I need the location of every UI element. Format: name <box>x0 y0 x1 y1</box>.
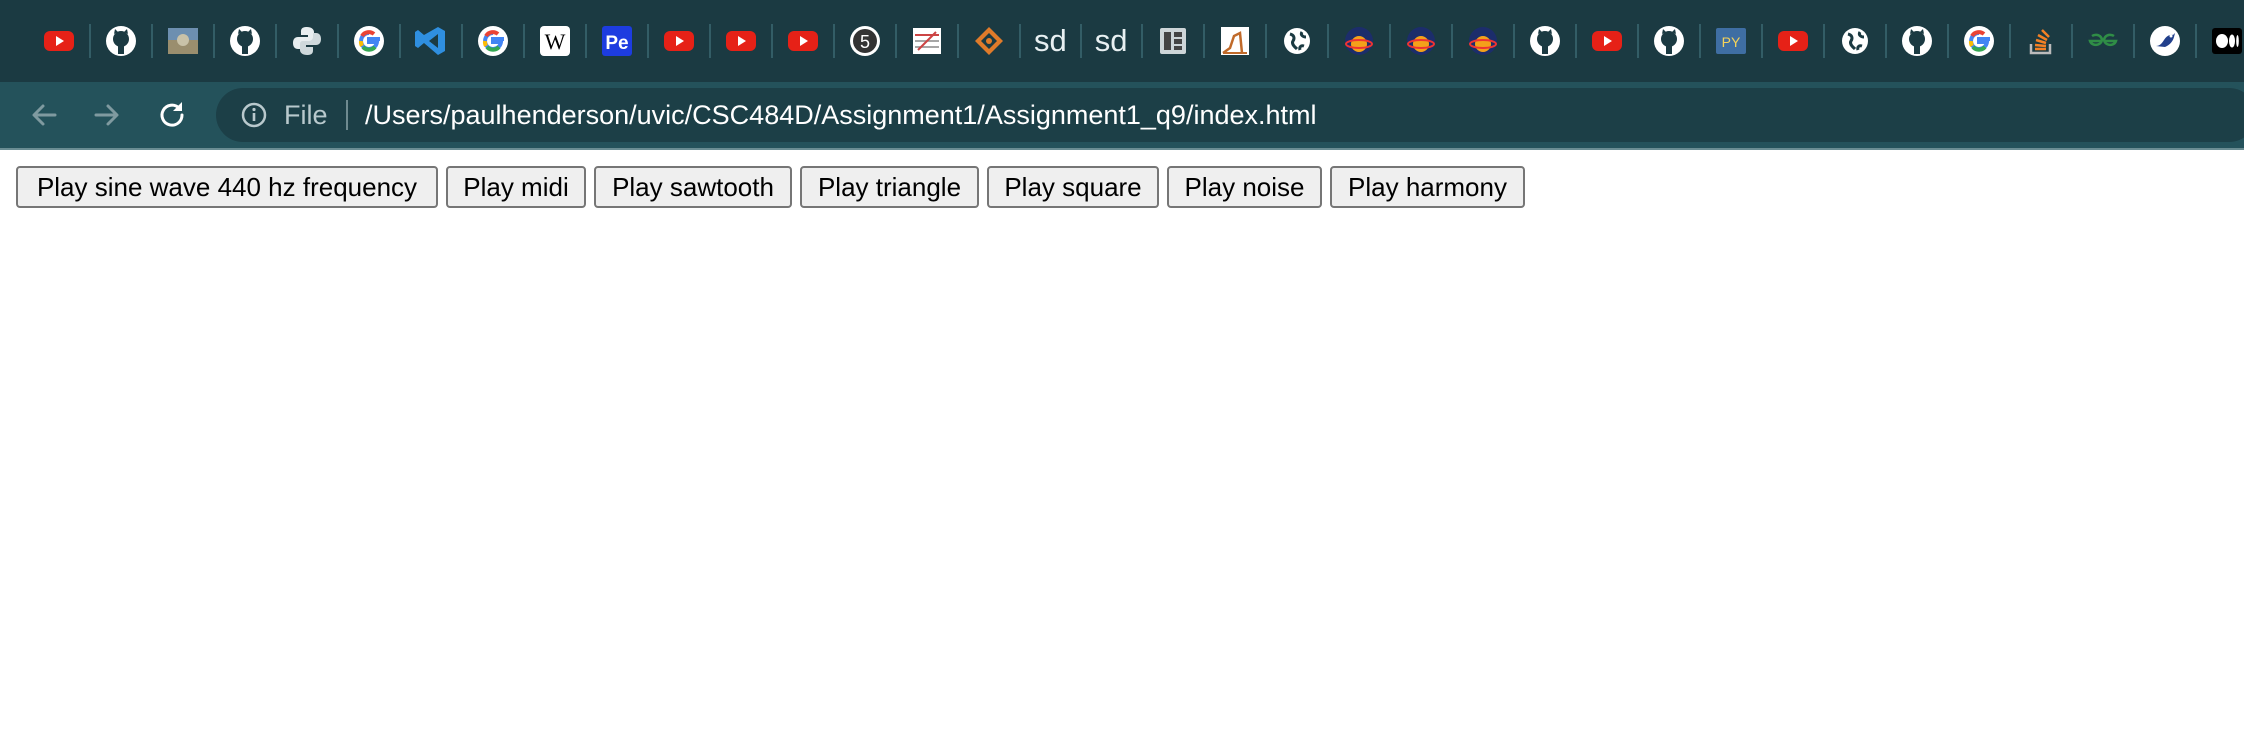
bookmark-github[interactable] <box>1515 0 1577 82</box>
svg-text:W: W <box>545 29 566 54</box>
bookmark-github[interactable] <box>1639 0 1701 82</box>
bookmark-github[interactable] <box>91 0 153 82</box>
bookmark-youtube[interactable] <box>1577 0 1639 82</box>
bookmark-git[interactable] <box>959 0 1021 82</box>
back-button[interactable] <box>21 92 67 138</box>
youtube-icon <box>1590 24 1624 58</box>
bookmark-youtube[interactable] <box>649 0 711 82</box>
google-icon <box>1962 24 1996 58</box>
globe-icon <box>1838 24 1872 58</box>
play-harmony-button[interactable]: Play harmony <box>1330 166 1525 208</box>
youtube-icon <box>724 24 758 58</box>
youtube-icon <box>42 24 76 58</box>
github-icon <box>228 24 262 58</box>
bookmark-sd-label: sd <box>1094 23 1128 58</box>
five-circle-icon: 5 <box>848 24 882 58</box>
bookmark-image[interactable] <box>153 0 215 82</box>
scheme-label: File <box>284 100 328 130</box>
play-noise-button[interactable]: Play noise <box>1167 166 1322 208</box>
info-icon[interactable] <box>240 101 268 129</box>
bookmark-sd-label: sd <box>1034 23 1067 58</box>
play-midi-button[interactable]: Play midi <box>446 166 586 208</box>
planet-logo-icon <box>1404 24 1438 58</box>
play-sine-button[interactable]: Play sine wave 440 hz frequency <box>16 166 438 208</box>
youtube-icon <box>786 24 820 58</box>
google-icon <box>476 24 510 58</box>
toolbar-divider <box>0 148 2244 150</box>
bookmark-github[interactable] <box>215 0 277 82</box>
bookmark-youtube[interactable] <box>773 0 835 82</box>
behance-icon: Pe <box>600 24 634 58</box>
bookmark-youtube[interactable] <box>1763 0 1825 82</box>
bookmarks-bar: W Pe 5 sd sd PY <box>0 0 2244 82</box>
bookmark-youtube[interactable] <box>711 0 773 82</box>
back-arrow-icon <box>32 104 57 126</box>
grid-panel-icon <box>1156 24 1190 58</box>
bookmark-vscode[interactable] <box>401 0 463 82</box>
bookmark-stackoverflow[interactable] <box>2011 0 2073 82</box>
github-icon <box>1900 24 1934 58</box>
play-sawtooth-button[interactable]: Play sawtooth <box>594 166 792 208</box>
planet-logo-icon <box>1466 24 1500 58</box>
google-icon <box>352 24 386 58</box>
bookmark-planet[interactable] <box>1391 0 1453 82</box>
youtube-icon <box>1776 24 1810 58</box>
bookmark-sd-2[interactable]: sd <box>1082 0 1143 82</box>
bookmark-notebook[interactable] <box>897 0 959 82</box>
bookmark-grid[interactable] <box>1143 0 1205 82</box>
play-triangle-button[interactable]: Play triangle <box>800 166 979 208</box>
bookmark-google[interactable] <box>463 0 525 82</box>
python-icon <box>290 24 324 58</box>
svg-text:5: 5 <box>860 32 870 52</box>
play-square-button[interactable]: Play square <box>987 166 1159 208</box>
forward-arrow-icon <box>94 104 119 126</box>
svg-text:Pe: Pe <box>605 33 628 54</box>
bookmark-planet[interactable] <box>1329 0 1391 82</box>
reload-button[interactable] <box>149 92 195 138</box>
github-icon <box>1652 24 1686 58</box>
geeksforgeeks-icon <box>2086 24 2120 58</box>
github-icon <box>104 24 138 58</box>
bookmark-medium[interactable] <box>2197 0 2244 82</box>
git-diamond-icon <box>972 24 1006 58</box>
address-separator <box>346 100 348 130</box>
bookmark-google[interactable] <box>339 0 401 82</box>
github-icon <box>1528 24 1562 58</box>
browser-toolbar: File /Users/paulhenderson/uvic/CSC484D/A… <box>0 82 2244 148</box>
svg-text:PY: PY <box>1721 34 1740 50</box>
forward-button[interactable] <box>84 92 130 138</box>
bookmark-google[interactable] <box>1949 0 2011 82</box>
vscode-icon <box>414 24 448 58</box>
bookmark-geeksforgeeks[interactable] <box>2073 0 2135 82</box>
bird-icon <box>2148 24 2182 58</box>
bookmark-sd-1[interactable]: sd <box>1021 0 1082 82</box>
wikipedia-icon: W <box>538 24 572 58</box>
youtube-icon <box>662 24 696 58</box>
bookmark-five[interactable]: 5 <box>835 0 897 82</box>
bookmark-globe[interactable] <box>1267 0 1329 82</box>
url-text[interactable]: /Users/paulhenderson/uvic/CSC484D/Assign… <box>365 98 1317 132</box>
address-bar[interactable]: File /Users/paulhenderson/uvic/CSC484D/A… <box>216 88 2244 142</box>
reload-icon <box>160 102 184 127</box>
image-thumbnail-icon <box>166 24 200 58</box>
bookmark-wikipedia[interactable]: W <box>525 0 587 82</box>
bookmark-planet[interactable] <box>1453 0 1515 82</box>
notebook-icon <box>910 24 944 58</box>
medium-icon <box>2210 24 2244 58</box>
bookmark-behance[interactable]: Pe <box>587 0 649 82</box>
py-badge-icon: PY <box>1714 24 1748 58</box>
chart-icon <box>1218 24 1252 58</box>
stackoverflow-icon <box>2024 24 2058 58</box>
bookmark-chart[interactable] <box>1205 0 1267 82</box>
bookmark-youtube[interactable] <box>29 0 91 82</box>
bookmark-github[interactable] <box>1887 0 1949 82</box>
bookmark-bird[interactable] <box>2135 0 2197 82</box>
globe-icon <box>1280 24 1314 58</box>
bookmark-py[interactable]: PY <box>1701 0 1763 82</box>
planet-logo-icon <box>1342 24 1376 58</box>
bookmark-globe[interactable] <box>1825 0 1887 82</box>
bookmark-python[interactable] <box>277 0 339 82</box>
